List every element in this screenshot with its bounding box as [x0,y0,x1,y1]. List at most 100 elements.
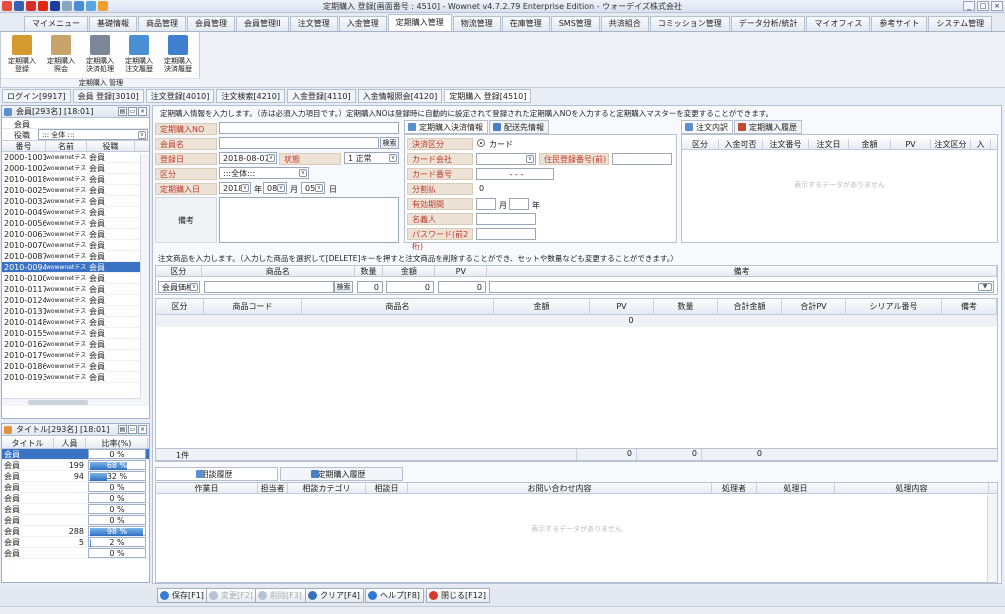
doc-tab-3[interactable]: 注文検索[4210] [216,89,285,103]
doc-tab-0[interactable]: ログイン[9917] [2,89,71,103]
member-row[interactable]: 2010-0148wowwnetテスト会員 [2,317,149,328]
action-button-3[interactable]: クリア[F4] [305,588,364,603]
menu-tab-6[interactable]: 入金管理 [338,16,387,31]
menu-tab-1[interactable]: 基礎情報 [89,16,137,31]
close-icon[interactable]: × [991,1,1003,11]
flag-tw-icon[interactable] [50,1,60,11]
member-vscrollbar[interactable] [140,154,149,399]
help-icon[interactable] [86,1,96,11]
member-row[interactable]: 2010-0124wowwnetテスト会員 [2,295,149,306]
pv-input[interactable]: 0 [438,281,486,293]
panel-close-icon[interactable]: × [138,425,147,434]
installment-input[interactable]: 0 [476,183,536,195]
panel-close-icon[interactable]: × [138,107,147,116]
member-row[interactable]: 2010-0117wowwnetテスト会員 [2,284,149,295]
title-row[interactable]: 会員 0 % [2,504,149,515]
user-icon[interactable] [98,1,108,11]
ribbon-button-1[interactable]: 定期購入 照会 [42,35,80,73]
password-input[interactable] [476,228,536,240]
note-textarea[interactable] [219,197,399,243]
menu-tab-15[interactable]: 参考サイト [871,16,928,31]
action-button-4[interactable]: ヘルプ[F8] [365,588,424,603]
member-row[interactable]: 2010-0186wowwnetテスト会員 [2,361,149,372]
member-hscrollbar[interactable] [2,398,149,406]
card-company-select[interactable]: ∨ [476,153,536,165]
action-button-1[interactable]: 変更[F2] [206,588,257,603]
minimize-icon[interactable]: _ [963,1,975,11]
kubun-select[interactable]: :::全体::: ∨ [219,167,309,179]
menu-tab-14[interactable]: マイオフィス [806,16,871,31]
ribbon-button-4[interactable]: 定期購入 決済履歴 [159,35,197,73]
expiry-month-input[interactable] [476,198,496,210]
member-row[interactable]: 2010-0162wowwnetテスト会員 [2,339,149,350]
title-cell-ratio[interactable]: 68 % [88,460,146,470]
title-cell-ratio[interactable]: 0 % [88,449,146,459]
purchase-no-input[interactable] [219,122,399,134]
title-row[interactable]: 会員 0 % [2,548,149,559]
member-row[interactable]: 2010-0032wowwnetテスト会員 [2,196,149,207]
menu-tab-9[interactable]: 在庫管理 [501,16,550,31]
title-cell-ratio[interactable]: 0 % [88,515,146,525]
member-row[interactable]: 2010-0193wowwnetテスト会員 [2,372,149,383]
title-row[interactable]: 会員 199 68 % [2,460,149,471]
doc-tab-6[interactable]: 定期購入 登録[4510] [444,89,532,103]
member-row[interactable]: 2010-0087wowwnetテスト会員 [2,251,149,262]
member-row[interactable]: 2000-1001wowwnetテスト会員 [2,152,149,163]
title-cell-ratio[interactable]: 32 % [88,471,146,481]
register-date-input[interactable]: 2018-08-07 ∨ [219,152,277,164]
ribbon-button-0[interactable]: 定期購入 登録 [3,35,41,73]
card-number-input[interactable]: - - - [476,168,554,180]
title-cell-ratio[interactable]: 0 % [88,548,146,558]
doc-tab-1[interactable]: 会員 登録[3010] [72,89,144,103]
purchase-day-select[interactable]: 05 ∨ [301,182,325,194]
menu-tab-5[interactable]: 注文管理 [289,16,338,31]
member-row[interactable]: 2010-0179wowwnetテスト会員 [2,350,149,361]
status-select[interactable]: 1 正常 ∨ [344,152,399,164]
book-icon[interactable] [62,1,72,11]
title-row[interactable]: 会員 5 2 % [2,537,149,548]
product-search-button[interactable]: 検索 [334,281,353,293]
maximize-icon[interactable]: □ [977,1,989,11]
menu-tab-12[interactable]: コミッション管理 [649,16,730,31]
tab-delivery-info[interactable]: 配送先情報 [489,120,549,134]
menu-tab-3[interactable]: 会員管理 [187,16,235,31]
remarks-select[interactable]: ▼ [489,281,994,293]
doc-tab-5[interactable]: 入金情報照会[4120] [357,89,443,103]
panel-menu-icon[interactable]: ▤ [118,107,127,116]
title-cell-ratio[interactable]: 2 % [88,537,146,547]
tab-payment-info[interactable]: 定期購入決済情報 [404,120,488,134]
action-button-0[interactable]: 保存[F1] [157,588,208,603]
action-button-5[interactable]: 閉じる[F12] [426,588,491,603]
card-holder-input[interactable] [476,213,536,225]
member-row[interactable]: 2010-0025wowwnetテスト会員 [2,185,149,196]
member-name-input[interactable] [219,137,379,149]
member-search-button[interactable]: 検索 [380,137,399,149]
product-grid-row[interactable]: 0 [156,315,997,327]
purchase-year-select[interactable]: 2018 ∨ [219,182,251,194]
menu-tab-0[interactable]: マイメニュー [24,16,88,31]
panel-menu-icon[interactable]: ▤ [118,425,127,434]
member-row[interactable]: 2010-0131wowwnetテスト会員 [2,306,149,317]
member-row[interactable]: 2010-0070wowwnetテスト会員 [2,240,149,251]
member-row[interactable]: 2010-0094wowwnetテスト会員 [2,262,149,273]
radio-card[interactable] [477,139,485,147]
menu-tab-7[interactable]: 定期購入管理 [387,14,452,31]
title-cell-ratio[interactable]: 0 % [88,504,146,514]
title-cell-ratio[interactable]: 0 % [88,493,146,503]
flag-jp-icon[interactable] [26,1,36,11]
menu-tab-10[interactable]: SMS管理 [550,16,600,31]
member-row[interactable]: 2010-0155wowwnetテスト会員 [2,328,149,339]
calculator-icon[interactable] [74,1,84,11]
tab-consult-history[interactable]: 相談履歴 [155,467,278,481]
doc-tab-4[interactable]: 入金登録[4110] [286,89,356,103]
menu-tab-2[interactable]: 商品管理 [138,16,186,31]
tab-consult-purchase-history[interactable]: 定期購入履歴 [280,467,403,481]
quantity-input[interactable]: 0 [357,281,383,293]
flag-kr-icon[interactable] [2,1,12,11]
title-row[interactable]: 会員 0 % [2,493,149,504]
menu-tab-13[interactable]: データ分析/統計 [730,16,806,31]
menu-tab-8[interactable]: 物流管理 [452,16,501,31]
action-button-2[interactable]: 削除[F3] [255,588,306,603]
panel-restore-icon[interactable]: ▭ [128,107,137,116]
title-row[interactable]: 会員 0 % [2,449,149,460]
